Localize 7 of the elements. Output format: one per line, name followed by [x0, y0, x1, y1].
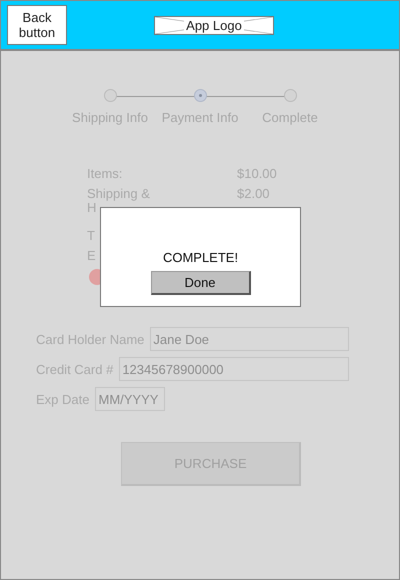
input-field[interactable]: 12345678900000 [119, 357, 349, 381]
input-field[interactable]: MM/YYYY [95, 387, 166, 411]
back-button[interactable]: Back button [7, 5, 67, 45]
app-logo: App Logo [154, 16, 274, 35]
input-field[interactable]: Jane Doe [150, 327, 349, 351]
done-button[interactable]: Done [150, 271, 250, 295]
dialog-message: COMPLETE! [162, 250, 238, 265]
